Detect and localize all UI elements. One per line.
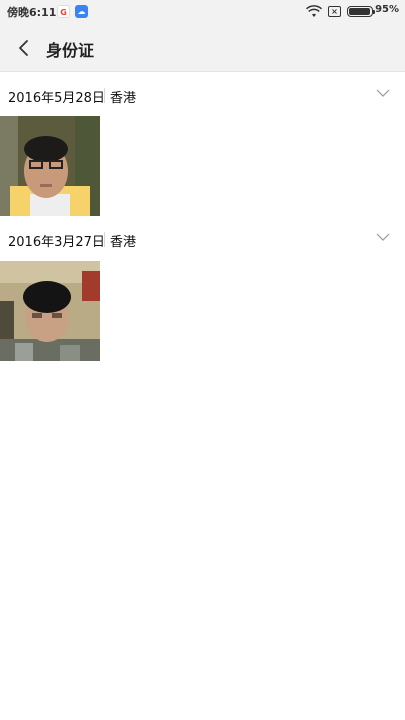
cloud-icon: ☁	[75, 5, 88, 18]
group-header[interactable]: 2016年3月27日 香港	[0, 217, 405, 261]
group-date: 2016年3月27日	[8, 235, 105, 250]
photo-image	[0, 261, 100, 361]
photo-image	[0, 116, 100, 216]
divider	[104, 88, 105, 103]
header-bar: 身份证	[0, 24, 405, 72]
chevron-down-icon[interactable]	[376, 88, 390, 98]
group-location: 香港	[110, 235, 137, 250]
chevron-left-icon[interactable]	[14, 38, 34, 58]
battery-icon	[347, 6, 375, 17]
no-sim-icon: ×	[328, 6, 341, 17]
wifi-icon	[306, 5, 322, 17]
battery-percent: 95%	[375, 4, 399, 15]
status-bar: 傍晚6:11 G ☁ × 95%	[0, 0, 405, 24]
group-date: 2016年5月28日	[8, 91, 105, 106]
photo-thumbnail[interactable]	[0, 261, 100, 361]
divider	[104, 232, 105, 247]
group-header[interactable]: 2016年5月28日 香港	[0, 73, 405, 117]
status-indicators: × 95%	[289, 4, 399, 20]
status-time: 傍晚6:11	[7, 6, 57, 19]
chevron-down-icon[interactable]	[376, 232, 390, 242]
group-location: 香港	[110, 91, 137, 106]
page-title: 身份证	[46, 41, 95, 60]
photo-thumbnail[interactable]	[0, 116, 100, 216]
google-icon: G	[57, 5, 70, 18]
